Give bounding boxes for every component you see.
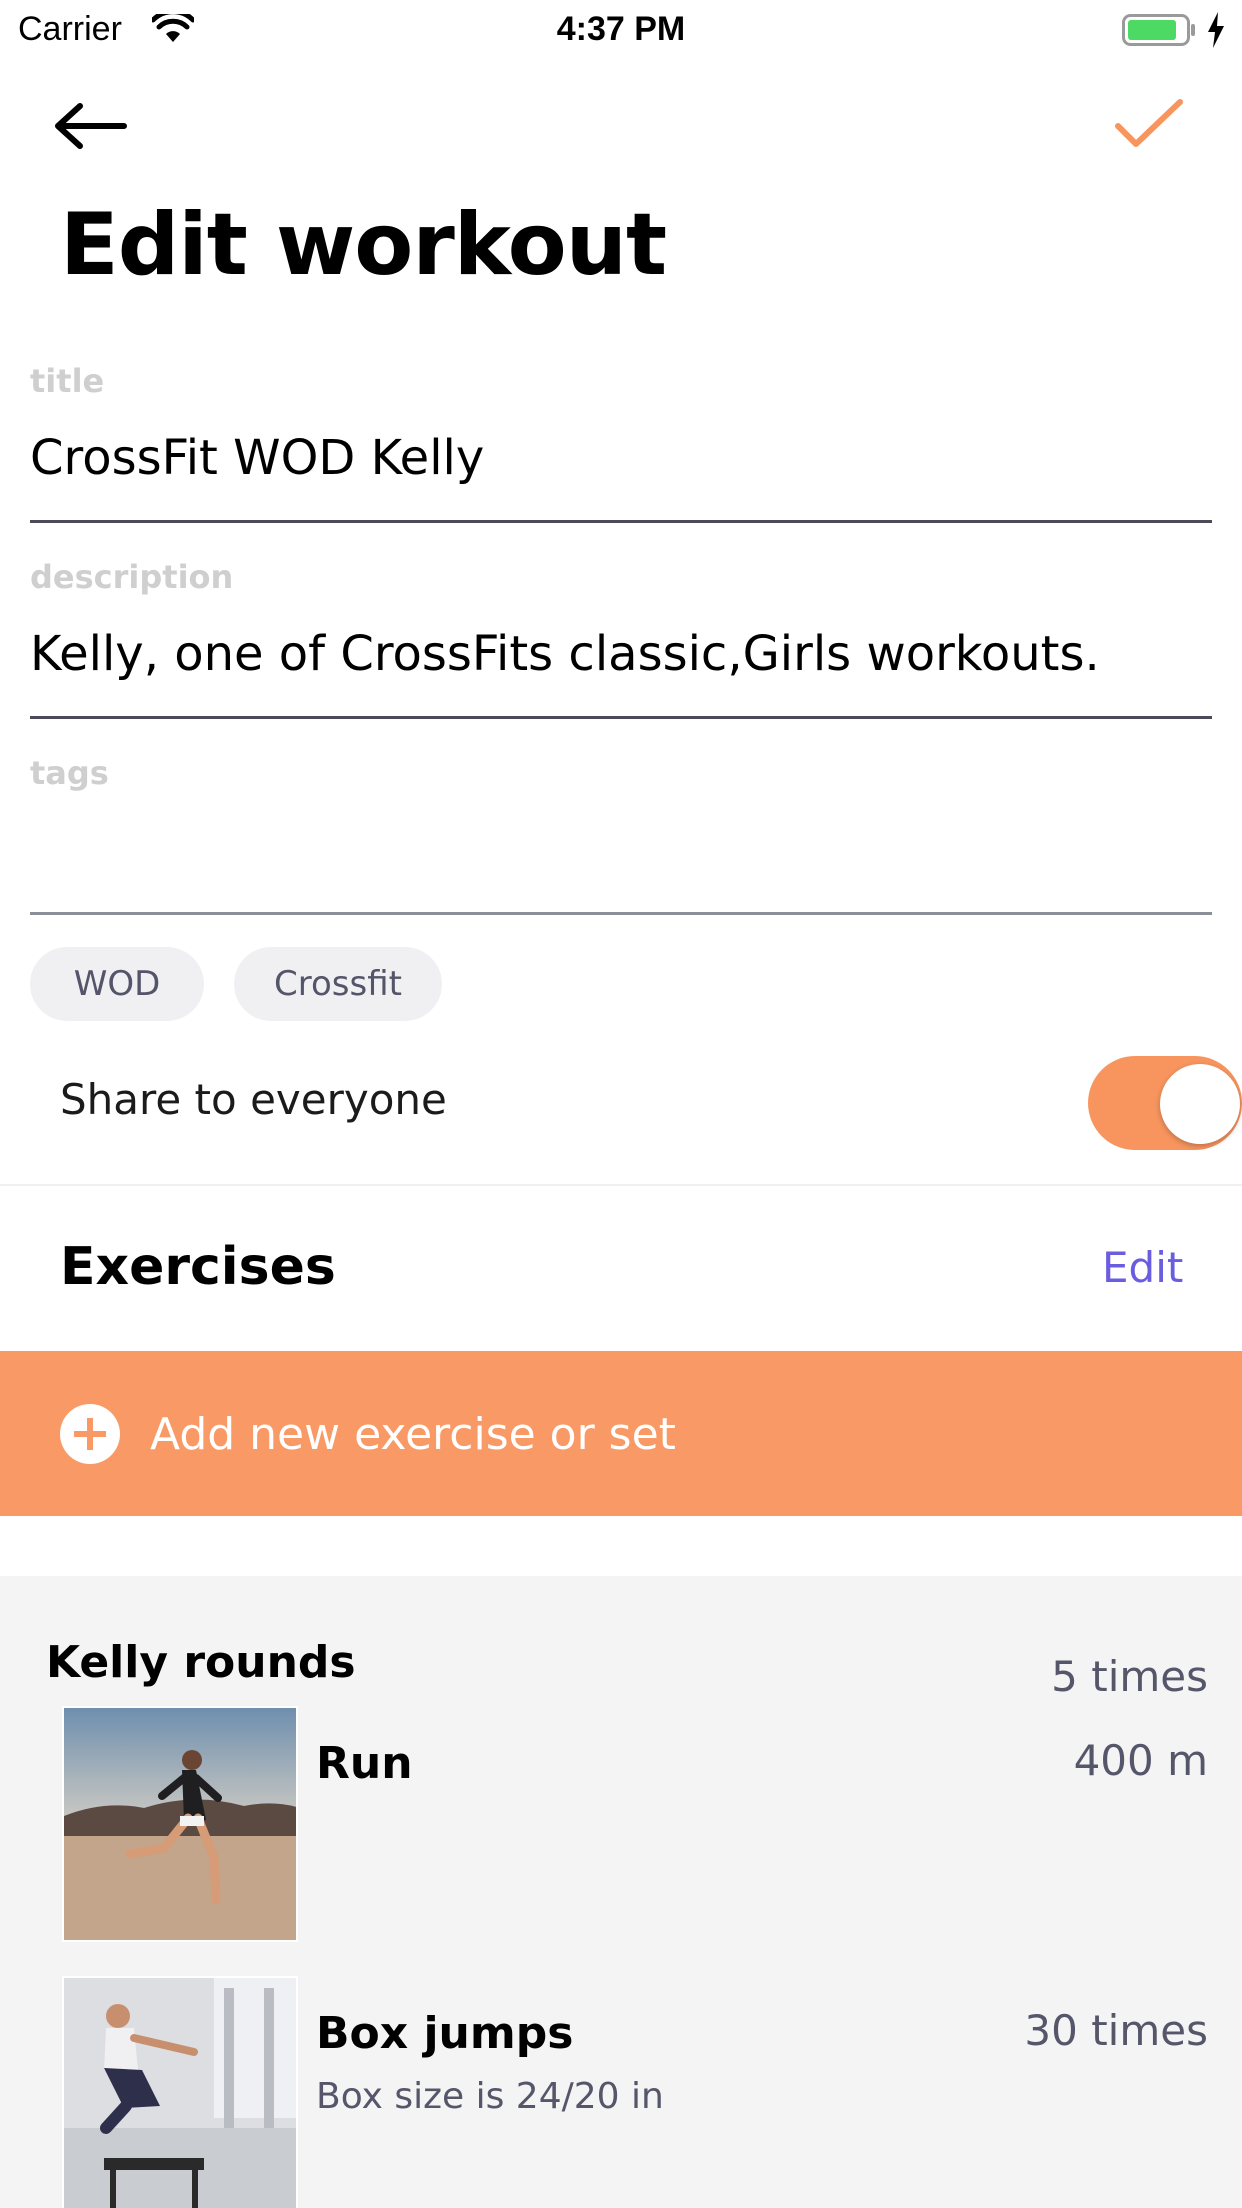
description-field[interactable]: Kelly, one of CrossFits classic,Girls wo… [30,626,1210,682]
page-title: Edit workout [60,195,667,295]
toggle-knob [1160,1064,1240,1144]
arrow-left-icon [55,103,127,149]
box-jump-photo[interactable] [62,1976,298,2208]
runner-photo[interactable] [62,1706,298,1942]
round-count: 5 times [1051,1652,1208,1701]
exercise-amount: 30 times [1024,2006,1208,2055]
runner-photo-graphic [64,1708,296,1940]
title-field[interactable]: CrossFit WOD Kelly [30,430,1210,486]
charging-bolt-icon [1208,12,1224,48]
tag-chip-wod[interactable]: WOD [30,947,204,1021]
description-label: description [30,558,234,596]
share-toggle[interactable] [1088,1056,1242,1150]
exercises-heading: Exercises [60,1237,336,1297]
battery-charging-icon [1122,14,1195,46]
title-label: title [30,362,105,400]
exercise-note: Box size is 24/20 in [316,2076,664,2117]
title-underline [30,520,1212,523]
status-bar: Carrier 4:37 PM [0,0,1242,62]
exercise-name: Box jumps [316,2008,574,2059]
checkmark-icon [1115,99,1183,147]
edit-exercises-button[interactable]: Edit [1102,1243,1183,1292]
description-underline [30,716,1212,719]
tags-underline [30,912,1212,915]
back-button[interactable] [50,96,130,156]
tags-label: tags [30,754,109,792]
share-label: Share to everyone [60,1075,447,1124]
exercise-amount: 400 m [1073,1736,1208,1785]
plus-circle-icon [60,1404,120,1464]
box-jump-photo-graphic [64,1978,296,2208]
tag-chip-crossfit[interactable]: Crossfit [234,947,442,1021]
round-title: Kelly rounds [46,1637,356,1688]
clock: 4:37 PM [556,10,686,48]
exercise-name: Run [316,1738,413,1789]
save-button[interactable] [1110,96,1190,156]
divider [0,1184,1242,1186]
add-exercise-label: Add new exercise or set [150,1409,676,1460]
tags-field[interactable] [30,822,1210,886]
